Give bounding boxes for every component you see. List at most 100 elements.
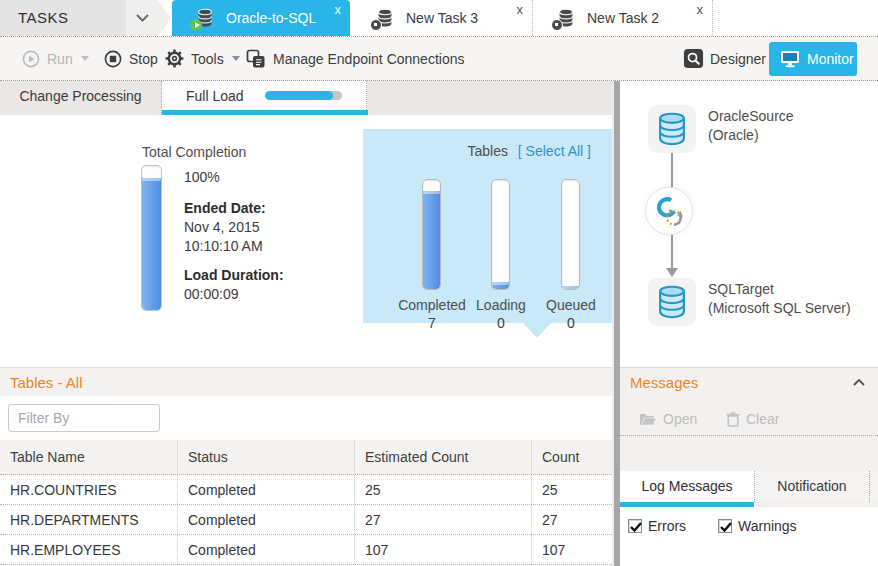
tasks-dropdown-button[interactable] (126, 0, 158, 36)
messages-panel: Messages Open Clear Log Messages Notific… (620, 367, 878, 566)
full-load-monitor-area: Total Completion 100% Ended Date: Nov 4,… (0, 115, 612, 365)
task-flow-panel: OracleSource (Oracle) SQLTarget (Microso… (620, 81, 878, 566)
replication-task-node[interactable] (645, 187, 693, 235)
cell-table-name: HR.COUNTRIES (0, 475, 178, 504)
open-button[interactable]: Open (639, 411, 697, 427)
tab-close-button[interactable]: x (697, 2, 704, 17)
errors-checkbox[interactable]: Errors (628, 518, 686, 534)
task-database-icon (374, 7, 398, 29)
tab-close-button[interactable]: x (517, 2, 524, 17)
errors-label: Errors (648, 518, 686, 534)
completion-percent: 100% (184, 168, 284, 187)
tasks-menu[interactable]: TASKS (0, 0, 126, 36)
tab-new-task-2[interactable]: New Task 2 x (533, 0, 713, 36)
run-button[interactable]: Run (22, 37, 89, 80)
load-duration-value: 00:00:09 (184, 285, 284, 304)
tables-status-panel: Tables [ Select All ] Completed Loading … (363, 129, 612, 323)
tables-all-title: Tables - All (10, 374, 83, 391)
queued-bar[interactable] (561, 179, 580, 290)
ended-time-value: 10:10:10 AM (184, 237, 284, 256)
tables-panel-title: Tables (467, 143, 507, 159)
tab-close-button[interactable]: x (335, 2, 342, 17)
queued-label: Queued (526, 297, 616, 313)
ended-date-label: Ended Date: (184, 199, 284, 218)
task-tab-bar: TASKS Oracle-to-SQL x New Task 3 x (0, 0, 878, 37)
manage-label: Manage Endpoint Connections (273, 51, 464, 67)
stopped-status-icon (551, 19, 563, 31)
toolbar: Run Stop Tools Manage Endpoint Connectio… (0, 37, 878, 81)
app-window: TASKS Oracle-to-SQL x New Task 3 x (0, 0, 878, 566)
chevron-down-icon (136, 14, 149, 22)
full-load-label: Full Load (186, 88, 244, 104)
sync-icon (652, 195, 686, 229)
open-label: Open (663, 411, 697, 427)
clear-button[interactable]: Clear (726, 411, 779, 427)
tab-full-load[interactable]: Full Load (162, 81, 367, 110)
table-row[interactable]: HR.EMPLOYEES Completed 107 107 (0, 535, 612, 565)
designer-button[interactable]: Designer (683, 37, 766, 80)
tab-log-messages[interactable]: Log Messages (620, 471, 754, 502)
stop-button[interactable]: Stop (104, 37, 158, 80)
cell-count: 107 (532, 535, 612, 564)
tab-new-task-3[interactable]: New Task 3 x (352, 0, 533, 36)
cell-table-name: HR.EMPLOYEES (0, 535, 178, 564)
tools-label: Tools (191, 51, 224, 67)
source-endpoint-node[interactable] (648, 105, 696, 153)
total-completion-title: Total Completion (142, 144, 246, 160)
run-icon (22, 50, 40, 68)
tools-caret-icon (232, 56, 240, 61)
load-duration-label: Load Duration: (184, 266, 284, 285)
loading-bar[interactable] (491, 179, 510, 290)
tasks-arrow-shape (158, 0, 171, 36)
select-all-link[interactable]: [ Select All ] (518, 143, 591, 159)
column-header-status[interactable]: Status (178, 440, 355, 474)
endpoint-connections-icon (246, 49, 266, 69)
run-label: Run (47, 51, 73, 67)
cell-status: Completed (178, 475, 355, 504)
designer-label: Designer (710, 51, 766, 67)
panel-splitter[interactable] (612, 81, 620, 566)
tools-button[interactable]: Tools (165, 37, 240, 80)
sql-database-icon (653, 283, 691, 321)
column-header-count[interactable]: Count (532, 440, 612, 474)
flow-arrowhead (666, 268, 678, 277)
separator (620, 435, 878, 436)
column-header-estimated-count[interactable]: Estimated Count (355, 440, 532, 474)
stop-label: Stop (129, 51, 158, 67)
collapse-icon[interactable] (853, 379, 865, 386)
cell-estimated-count: 27 (355, 505, 532, 534)
tab-change-processing[interactable]: Change Processing (0, 81, 162, 115)
target-endpoint-node[interactable] (648, 278, 696, 326)
cell-table-name: HR.DEPARTMENTS (0, 505, 178, 534)
filter-input[interactable] (8, 404, 160, 432)
load-mode-tabs: Change Processing Full Load (0, 81, 612, 115)
total-completion-gauge (141, 165, 162, 311)
warnings-checkbox[interactable]: Warnings (718, 518, 797, 534)
completed-bar[interactable] (422, 179, 441, 290)
panel-pointer (523, 323, 551, 338)
source-type: (Oracle) (708, 127, 759, 143)
tab-label: New Task 3 (406, 10, 478, 26)
manage-endpoint-connections-button[interactable]: Manage Endpoint Connections (246, 37, 464, 80)
cell-count: 27 (532, 505, 612, 534)
messages-title: Messages (630, 374, 698, 391)
oracle-database-icon (653, 110, 691, 148)
checkbox-icon (628, 519, 642, 533)
task-database-icon (555, 7, 579, 29)
tables-list-section: Tables - All Table Name Status Estimated… (0, 365, 612, 566)
flow-connector (671, 235, 673, 269)
tables-list-header: Tables - All (0, 367, 612, 396)
tasks-label: TASKS (18, 9, 69, 26)
tab-oracle-to-sql[interactable]: Oracle-to-SQL x (172, 0, 350, 36)
trash-icon (726, 412, 740, 427)
target-type: (Microsoft SQL Server) (708, 300, 851, 316)
stop-icon (104, 50, 122, 68)
tab-notification[interactable]: Notification (754, 471, 870, 502)
task-database-icon (194, 7, 218, 29)
messages-tabs: Log Messages Notification (620, 471, 878, 502)
table-row[interactable]: HR.DEPARTMENTS Completed 27 27 (0, 505, 612, 535)
table-row[interactable]: HR.COUNTRIES Completed 25 25 (0, 475, 612, 505)
designer-icon (683, 48, 704, 69)
column-header-table-name[interactable]: Table Name (0, 440, 178, 474)
monitor-button[interactable]: Monitor (769, 42, 857, 76)
